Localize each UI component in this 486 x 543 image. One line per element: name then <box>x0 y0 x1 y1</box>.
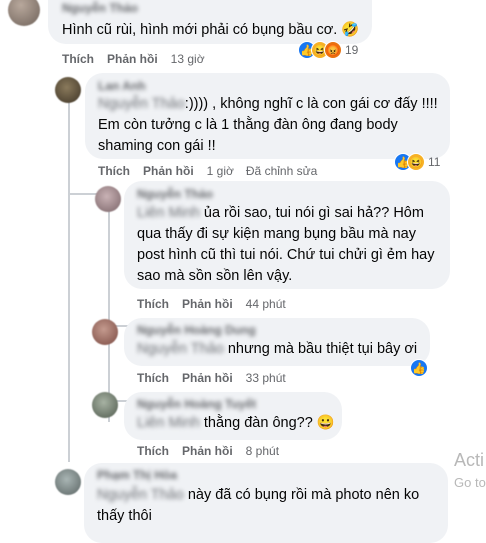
haha-icon: 😆 <box>407 153 425 171</box>
activation-watermark-subtitle: Go to <box>454 475 486 490</box>
thread-line <box>108 210 110 422</box>
comment-text-line: post hình cũ thì tui nói. Chứ tui chửi g… <box>137 247 435 263</box>
commenter-name[interactable]: Nguyễn Hoàng Dung <box>137 323 256 337</box>
reaction-summary[interactable]: 👍 <box>410 358 428 378</box>
timestamp[interactable]: 1 giờ <box>207 164 234 178</box>
angry-icon: 😡 <box>324 41 342 59</box>
like-button[interactable]: Thích <box>62 52 94 66</box>
thread-connector <box>70 193 98 195</box>
comment-bubble: Nguyễn Hoàng Tuyết Liên Minh thằng đàn ô… <box>124 392 342 440</box>
comment-text: Nguyễn Thảo:)))) , không nghĩ c là con g… <box>98 94 443 157</box>
commenter-name[interactable]: Nguyễn Thảo <box>137 187 213 201</box>
reply-button[interactable]: Phản hồi <box>143 164 194 178</box>
reply-button[interactable]: Phản hồi <box>107 52 158 66</box>
comment-text-line: shaming con gái !! <box>98 138 216 154</box>
timestamp[interactable]: 8 phút <box>246 444 279 458</box>
comment-actions: Thích Phản hồi 44 phút <box>137 297 298 311</box>
comment-actions: Thích Phản hồi 13 giờ <box>62 52 217 66</box>
comment-text-line: thằng đàn ông?? 😀 <box>199 415 335 431</box>
comment-text: Liên Minh ủa rồi sao, tui nói gì sai hả?… <box>137 203 447 287</box>
comment-text-line: :)))) , không nghĩ c là con gái cơ đấy !… <box>184 96 438 112</box>
reaction-count: 11 <box>428 155 441 169</box>
comment-text-line: ủa rồi sao, tui nói gì sai hả?? Hôm <box>199 205 424 221</box>
reaction-summary[interactable]: 👍 😆 😡 19 <box>298 40 358 60</box>
comment-actions: Thích Phản hồi 8 phút <box>137 444 291 458</box>
reply-button[interactable]: Phản hồi <box>182 297 233 311</box>
commenter-name[interactable]: Lan Anh <box>98 79 146 93</box>
avatar[interactable] <box>8 0 40 26</box>
like-button[interactable]: Thích <box>98 164 130 178</box>
comment-text-line: nhưng mà bầu thiệt tụi bây ơi <box>227 341 418 357</box>
avatar[interactable] <box>95 186 121 212</box>
reaction-summary[interactable]: 👍 😆 11 <box>394 152 440 172</box>
like-button[interactable]: Thích <box>137 297 169 311</box>
mention-link[interactable]: Nguyễn Thảo <box>98 96 185 112</box>
comment-bubble: Phạm Thị Hòa Nguyễn Thảo này đã có bụng … <box>84 463 448 543</box>
like-button[interactable]: Thích <box>137 444 169 458</box>
comment-text-line: qua thấy đi sự kiện mang bụng bầu mà nay <box>137 226 416 242</box>
edited-label: Đã chỉnh sửa <box>245 164 318 178</box>
like-button[interactable]: Thích <box>137 371 169 385</box>
comment-bubble: Nguyễn Hoàng Dung Nguyễn Thảo nhưng mà b… <box>124 318 430 366</box>
mention-link[interactable]: Nguyễn Thảo <box>137 341 224 357</box>
commenter-name[interactable]: Nguyễn Thảo <box>62 1 138 15</box>
comment-bubble: Nguyễn Thảo Hình cũ rùi, hình mới phải c… <box>48 0 372 44</box>
comment-actions: Thích Phản hồi 33 phút <box>137 371 298 385</box>
comment-text: Nguyễn Thảo nhưng mà bầu thiệt tụi bây ơ… <box>137 339 417 360</box>
comment-text: Liên Minh thằng đàn ông?? 😀 <box>137 413 335 434</box>
activation-watermark-title: Acti <box>454 450 485 470</box>
comment-text: Nguyễn Thảo này đã có bụng rồi mà photo … <box>97 485 442 527</box>
comment-text-line: sao mà sồn sồn lên vậy. <box>137 268 293 284</box>
mention-link[interactable]: Nguyễn Thảo <box>97 487 184 503</box>
commenter-name[interactable]: Nguyễn Hoàng Tuyết <box>137 397 256 411</box>
comment-text-line: Em còn tưởng c là 1 thằng đàn ông đang b… <box>98 117 398 133</box>
avatar[interactable] <box>55 469 81 495</box>
comment-bubble: Nguyễn Thảo Liên Minh ủa rồi sao, tui nó… <box>124 181 450 289</box>
reaction-count: 19 <box>345 43 359 57</box>
mention-link[interactable]: Liên Minh <box>137 205 200 221</box>
reply-button[interactable]: Phản hồi <box>182 371 233 385</box>
comment-text: Hình cũ rùi, hình mới phải có bụng bầu c… <box>62 22 360 38</box>
comment-text-line: thấy thôi <box>97 508 152 524</box>
thread-line <box>68 102 70 462</box>
timestamp[interactable]: 33 phút <box>246 371 286 385</box>
like-icon: 👍 <box>410 359 428 377</box>
avatar[interactable] <box>92 392 118 418</box>
commenter-name[interactable]: Phạm Thị Hòa <box>97 468 177 482</box>
comment-text-line: này đã có bụng rồi mà photo nên ko <box>183 487 420 503</box>
timestamp[interactable]: 44 phút <box>246 297 286 311</box>
reply-button[interactable]: Phản hồi <box>182 444 233 458</box>
comment-bubble: Lan Anh Nguyễn Thảo:)))) , không nghĩ c … <box>85 73 450 159</box>
mention-link[interactable]: Liên Minh <box>137 415 200 431</box>
comment-actions: Thích Phản hồi 1 giờ Đã chỉnh sửa <box>98 164 329 178</box>
avatar[interactable] <box>92 319 118 345</box>
avatar[interactable] <box>55 77 81 103</box>
timestamp[interactable]: 13 giờ <box>171 52 205 66</box>
